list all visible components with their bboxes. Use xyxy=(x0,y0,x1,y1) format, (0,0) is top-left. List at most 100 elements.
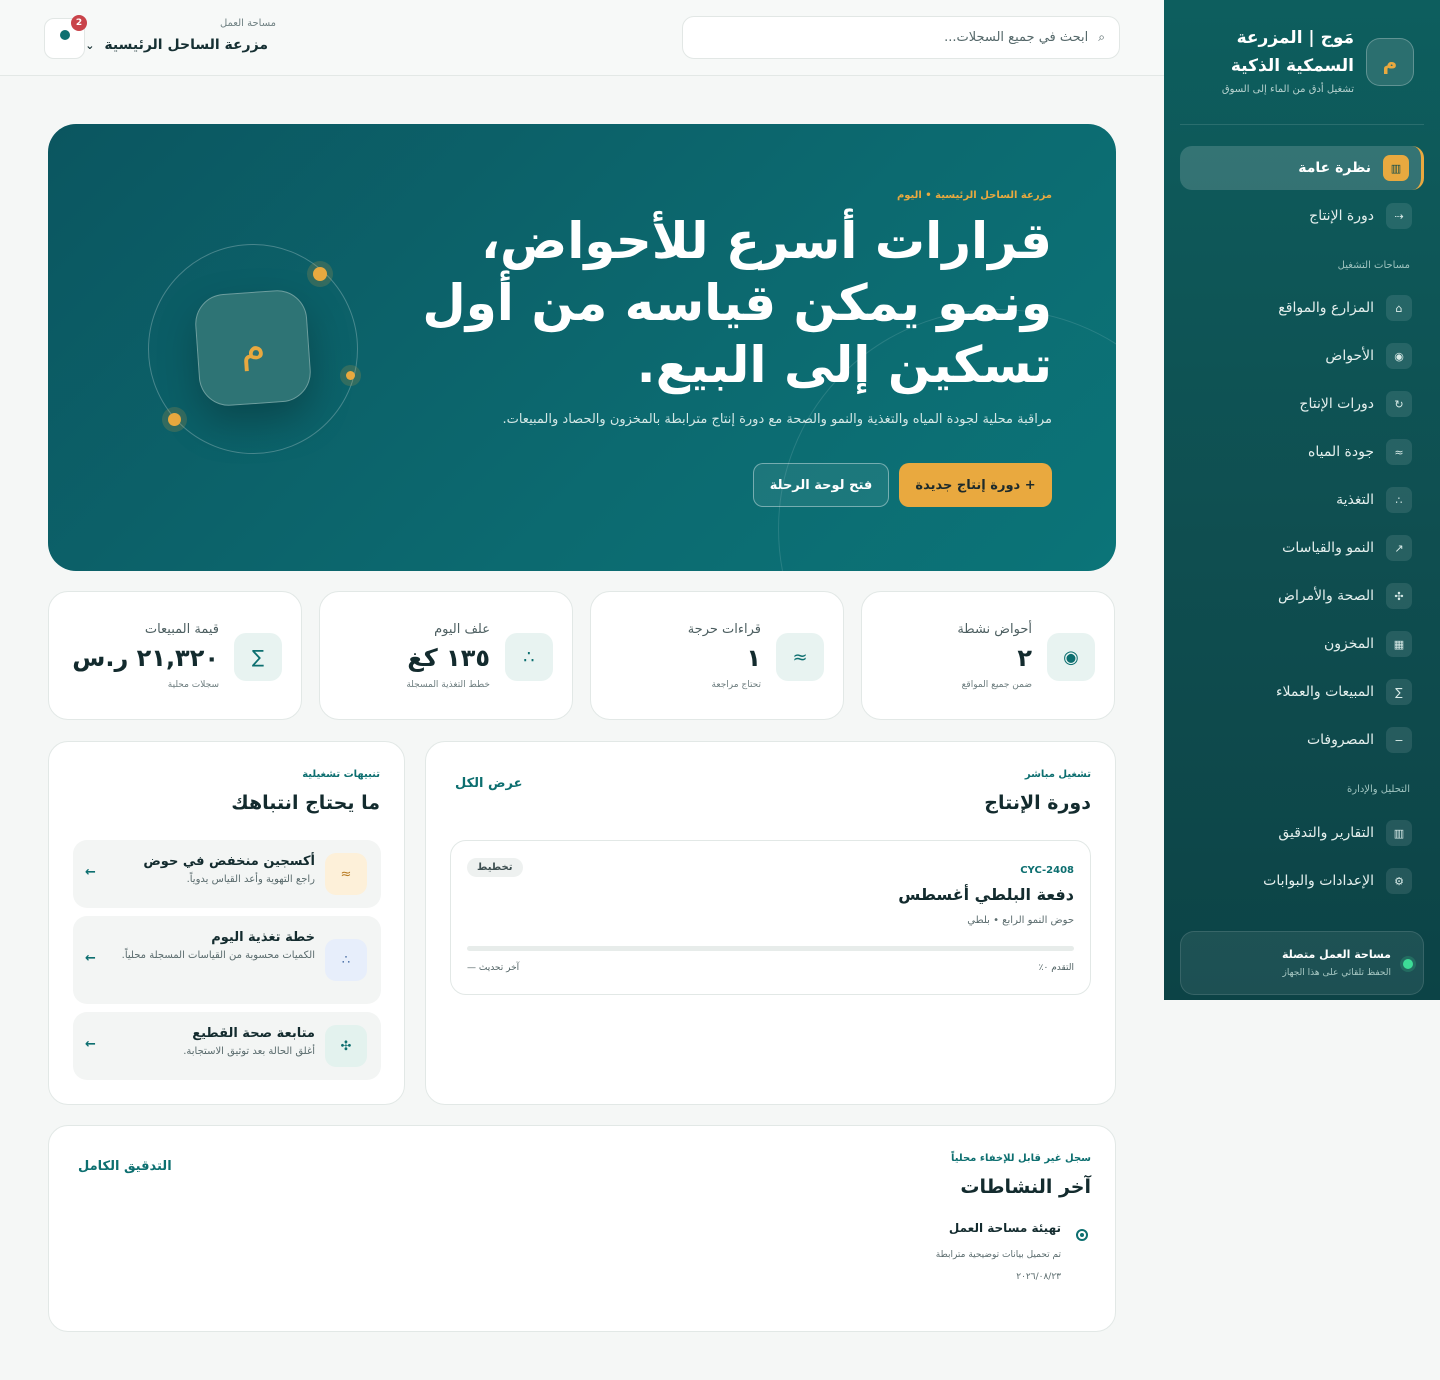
cycle-progress-bar xyxy=(467,946,1074,951)
workspace-selector[interactable]: مزرعة الساحل الرئيسية ⌄ xyxy=(85,37,268,53)
activity-bullet-icon xyxy=(1076,1229,1088,1241)
stat-card: ≈ قراءات حرجة ١ تحتاج مراجعة xyxy=(590,591,844,720)
nav-icon: ∑ xyxy=(1386,679,1412,705)
stat-note: خطط التغذية المسجلة xyxy=(406,680,490,690)
search-icon: ⌕ xyxy=(1098,30,1105,44)
cycle-status-badge: تخطيط xyxy=(467,858,523,877)
sidebar-item[interactable]: دورة الإنتاج ⇢ xyxy=(1180,194,1424,238)
stat-card: ∴ علف اليوم ١٣٥ كغ خطط التغذية المسجلة xyxy=(319,591,573,720)
sidebar-item[interactable]: نظرة عامة ▥ xyxy=(1180,146,1424,190)
cycle-progress-label: التقدم ٠٪ xyxy=(1038,963,1074,973)
brand-logo: م xyxy=(1366,38,1414,86)
workspace-label: مساحة العمل xyxy=(219,18,276,29)
alert-item[interactable]: ✣ متابعة صحة القطيع أغلق الحالة بعد توثيق … xyxy=(73,1012,381,1080)
stat-card: ∑ قيمة المبيعات ٢١,٣٢٠ ر.س سجلات محلية xyxy=(48,591,302,720)
orbit-dot-icon xyxy=(313,267,327,281)
sidebar-item-label: دورة الإنتاج xyxy=(1309,208,1374,224)
stat-label: أحواض نشطة xyxy=(957,622,1032,637)
arrow-left-icon[interactable]: ← xyxy=(85,1037,96,1052)
activity-title: آخر النشاطات xyxy=(960,1176,1091,1198)
workspace-status: مساحة العمل متصلة الحفظ تلقائي على هذا ا… xyxy=(1180,931,1424,995)
nav-section-admin: التحليل والإدارة xyxy=(1347,784,1410,795)
brand-subtitle: تشغيل أدق من الماء إلى السوق xyxy=(1221,84,1354,95)
nav-icon: ↗ xyxy=(1386,535,1412,561)
alert-description: الكميات محسوبة من القياسات المسجلة محليا… xyxy=(121,950,315,961)
notifications-button[interactable]: 2 xyxy=(44,15,87,59)
stat-note: تحتاج مراجعة xyxy=(711,680,761,690)
nav-icon: ▥ xyxy=(1383,155,1409,181)
arrow-left-icon[interactable]: ← xyxy=(85,951,96,966)
production-cycle-item[interactable]: CYC-2408 دفعة البلطي أغسطس حوض النمو الر… xyxy=(450,840,1091,995)
full-audit-link[interactable]: التدقيق الكامل xyxy=(78,1159,172,1174)
activity-item-date: ٢٠٢٦/٠٨/٢٣ xyxy=(1016,1272,1061,1282)
alert-description: أغلق الحالة بعد توثيق الاستجابة. xyxy=(183,1046,315,1057)
production-title: دورة الإنتاج xyxy=(984,792,1091,814)
stat-value: ١٣٥ كغ xyxy=(407,644,490,672)
cycle-name: دفعة البلطي أغسطس xyxy=(898,885,1074,904)
nav-icon: ◉ xyxy=(1386,343,1412,369)
alert-item[interactable]: ≈ أكسجين منخفض في حوض راجع التهوية وأعد ال… xyxy=(73,840,381,908)
sidebar-item[interactable]: دورات الإنتاج ↻ xyxy=(1180,382,1424,426)
notification-count-badge: 2 xyxy=(71,15,87,31)
sidebar-item[interactable]: النمو والقياسات ↗ xyxy=(1180,526,1424,570)
sidebar: م مَوج | المزرعة السمكية الذكية تشغيل أد… xyxy=(1164,0,1440,1000)
activity-item-desc: تم تحميل بيانات توضيحية مترابطة xyxy=(935,1250,1061,1260)
new-production-cycle-button[interactable]: + دورة إنتاج جديدة xyxy=(899,463,1052,507)
alert-item[interactable]: ∴ خطة تغذية اليوم الكميات محسوبة من القياس… xyxy=(73,916,381,1004)
hero-description: مراقبة محلية لجودة المياه والتغذية والنم… xyxy=(502,412,1052,427)
sidebar-item[interactable]: المخزون ▦ xyxy=(1180,622,1424,666)
nav-icon: ▥ xyxy=(1386,820,1412,846)
alert-icon: ∴ xyxy=(325,939,367,981)
stat-note: ضمن جميع المواقع xyxy=(961,680,1032,690)
stat-label: علف اليوم xyxy=(434,622,490,637)
hero-kicker: مزرعة الساحل الرئيسية • اليوم xyxy=(896,190,1052,201)
orbit-dot-icon xyxy=(168,413,181,426)
sidebar-item[interactable]: التغذية ∴ xyxy=(1180,478,1424,522)
stat-value: ١ xyxy=(746,644,761,672)
sidebar-item[interactable]: التقارير والتدقيق ▥ xyxy=(1180,811,1424,855)
sidebar-item-label: التغذية xyxy=(1336,492,1374,508)
search-placeholder: ابحث في جميع السجلات... xyxy=(944,30,1089,45)
sidebar-item[interactable]: المزارع والمواقع ⌂ xyxy=(1180,286,1424,330)
stat-icon: ∴ xyxy=(505,633,553,681)
sidebar-item[interactable]: الأحواض ◉ xyxy=(1180,334,1424,378)
hero-logo-badge: م xyxy=(193,288,313,408)
open-journey-board-button[interactable]: فتح لوحة الرحلة xyxy=(753,463,889,507)
sidebar-item[interactable]: المصروفات − xyxy=(1180,718,1424,762)
status-subtitle: الحفظ تلقائي على هذا الجهاز xyxy=(1282,968,1392,978)
stat-label: قراءات حرجة xyxy=(687,622,761,637)
arrow-left-icon[interactable]: ← xyxy=(85,865,96,880)
sidebar-item-label: نظرة عامة xyxy=(1298,160,1371,176)
nav-icon: ⚙ xyxy=(1386,868,1412,894)
nav-icon: ⌂ xyxy=(1386,295,1412,321)
nav-icon: − xyxy=(1386,727,1412,753)
view-all-link[interactable]: عرض الكل xyxy=(455,776,522,791)
sidebar-item-label: النمو والقياسات xyxy=(1282,540,1374,556)
production-cycle-card: تشغيل مباشر دورة الإنتاج عرض الكل CYC-24… xyxy=(425,741,1116,1105)
orbit-dot-icon xyxy=(346,371,355,380)
stat-card: ◉ أحواض نشطة ٢ ضمن جميع المواقع xyxy=(861,591,1115,720)
nav-icon: ✣ xyxy=(1386,583,1412,609)
alerts-title: ما يحتاج انتباهك xyxy=(231,792,380,814)
activity-card: سجل غير قابل للإخفاء محلياً آخر النشاطات… xyxy=(48,1125,1116,1332)
sidebar-item-label: دورات الإنتاج xyxy=(1299,396,1374,412)
workspace-name: مزرعة الساحل الرئيسية xyxy=(104,37,268,53)
sidebar-item[interactable]: المبيعات والعملاء ∑ xyxy=(1180,670,1424,714)
activity-item-title: تهيئة مساحة العمل xyxy=(948,1221,1061,1235)
stat-value: ٢ xyxy=(1017,644,1032,672)
topbar: ⌕ ابحث في جميع السجلات... مساحة العمل مز… xyxy=(0,0,1164,76)
search-input[interactable]: ⌕ ابحث في جميع السجلات... xyxy=(682,16,1120,59)
chevron-down-icon: ⌄ xyxy=(85,38,95,52)
alert-icon: ≈ xyxy=(325,853,367,895)
sidebar-item-label: الأحواض xyxy=(1325,348,1374,364)
alerts-kicker: تنبيهات تشغيلية xyxy=(302,769,380,780)
sidebar-item[interactable]: جودة المياه ≈ xyxy=(1180,430,1424,474)
status-online-icon xyxy=(1403,959,1413,969)
sidebar-item[interactable]: الإعدادات والبوابات ⚙ xyxy=(1180,859,1424,903)
nav-icon: ▦ xyxy=(1386,631,1412,657)
sidebar-divider xyxy=(1180,124,1424,125)
sidebar-item-label: الإعدادات والبوابات xyxy=(1263,873,1374,889)
sidebar-item[interactable]: الصحة والأمراض ✣ xyxy=(1180,574,1424,618)
nav-icon: ∴ xyxy=(1386,487,1412,513)
alert-title: أكسجين منخفض في حوض xyxy=(143,854,315,869)
